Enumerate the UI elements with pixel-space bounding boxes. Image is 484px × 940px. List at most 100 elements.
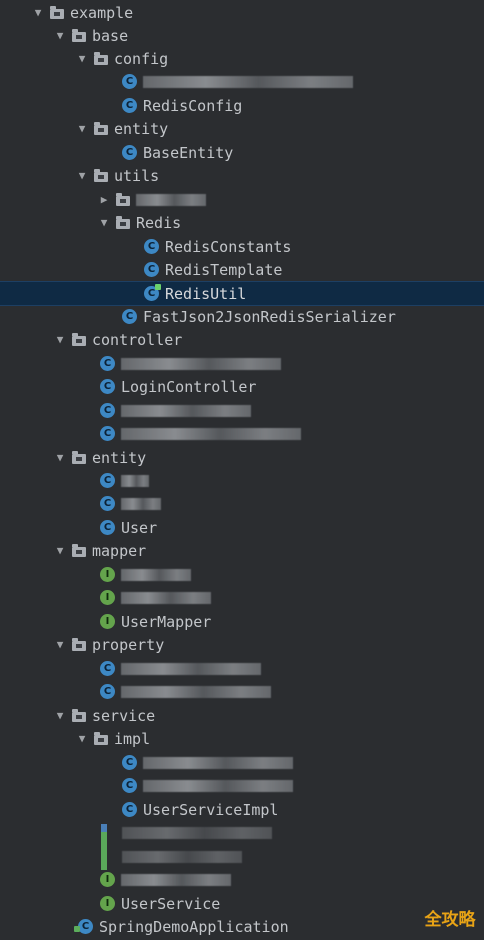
tree-node-entity[interactable]: ▼ entity [0, 117, 484, 140]
node-label: base [92, 26, 129, 45]
tree-node-redacted-class[interactable]: C [0, 492, 484, 515]
package-folder-icon [72, 543, 86, 557]
chevron-down-icon[interactable]: ▼ [54, 544, 66, 557]
tree-node-redacted-interface[interactable]: I [0, 563, 484, 586]
package-folder-icon [50, 5, 64, 19]
node-label: controller [92, 330, 183, 349]
tree-node-redacted-interface[interactable]: I [0, 868, 484, 891]
tree-node-redacted-class[interactable]: C [0, 399, 484, 422]
node-label: RedisUtil [165, 284, 247, 303]
tree-node-controller[interactable]: ▼ controller [0, 328, 484, 351]
tree-node-redacted-interface[interactable]: I [0, 586, 484, 609]
package-folder-icon [94, 121, 108, 135]
node-label: User [121, 518, 158, 537]
tree-node-redacted-class[interactable]: C [0, 657, 484, 680]
node-label: UserServiceImpl [143, 800, 279, 819]
chevron-down-icon[interactable]: ▼ [98, 216, 110, 229]
tree-node-user-service[interactable]: I UserService [0, 892, 484, 915]
tree-node-config[interactable]: ▼ config [0, 47, 484, 70]
tree-node-user-mapper[interactable]: I UserMapper [0, 610, 484, 633]
tree-node-redacted-class[interactable]: C [0, 680, 484, 703]
tree-node-property[interactable]: ▼ property [0, 633, 484, 656]
tree-node-redis-config[interactable]: C RedisConfig [0, 94, 484, 117]
tree-node-fastjson-serializer[interactable]: C FastJson2JsonRedisSerializer [0, 305, 484, 328]
redacted-label [143, 779, 293, 792]
interface-icon: I [100, 896, 115, 911]
chevron-down-icon[interactable]: ▼ [76, 52, 88, 65]
node-label: Redis [136, 213, 182, 232]
class-icon: C [144, 239, 159, 254]
node-label: entity [92, 448, 147, 467]
class-icon: C [122, 755, 137, 770]
chevron-down-icon[interactable]: ▼ [54, 333, 66, 346]
class-icon: C [100, 473, 115, 488]
tree-node-user[interactable]: C User [0, 516, 484, 539]
node-label: FastJson2JsonRedisSerializer [143, 307, 396, 326]
package-folder-icon [94, 731, 108, 745]
tree-node-redacted[interactable] [0, 845, 484, 868]
redacted-label [121, 591, 211, 604]
tree-node-mapper[interactable]: ▼ mapper [0, 539, 484, 562]
tree-node-spring-demo-application[interactable]: C SpringDemoApplication [0, 915, 484, 938]
node-label: RedisConstants [165, 237, 292, 256]
redacted-label [143, 756, 293, 769]
class-icon: C [100, 403, 115, 418]
chevron-down-icon[interactable]: ▼ [76, 732, 88, 745]
node-label: service [92, 706, 156, 725]
node-label: BaseEntity [143, 143, 234, 162]
tree-node-redacted[interactable] [0, 821, 484, 844]
chevron-down-icon[interactable]: ▼ [54, 709, 66, 722]
node-label: example [70, 3, 134, 22]
tree-node-redacted-class[interactable]: C [0, 70, 484, 93]
redacted-label [121, 357, 281, 370]
node-label: entity [114, 119, 169, 138]
redacted-label [143, 75, 353, 88]
node-label: RedisConfig [143, 96, 243, 115]
tree-node-redis[interactable]: ▼ Redis [0, 211, 484, 234]
tree-node-redacted-class[interactable]: C [0, 751, 484, 774]
tree-node-redis-util[interactable]: C RedisUtil [0, 281, 484, 306]
chevron-down-icon[interactable]: ▼ [54, 638, 66, 651]
tree-node-base[interactable]: ▼ base [0, 24, 484, 47]
tree-node-redacted-class[interactable]: C [0, 469, 484, 492]
tree-node-base-entity[interactable]: C BaseEntity [0, 141, 484, 164]
tree-node-redacted-package[interactable]: ▶ [0, 188, 484, 211]
package-folder-icon [116, 192, 130, 206]
interface-icon: I [100, 590, 115, 605]
chevron-down-icon[interactable]: ▼ [54, 29, 66, 42]
tree-node-redacted-class[interactable]: C [0, 422, 484, 445]
tree-node-login-controller[interactable]: C LoginController [0, 375, 484, 398]
redacted-label [121, 427, 301, 440]
class-icon: C [100, 520, 115, 535]
tree-node-redis-constants[interactable]: C RedisConstants [0, 235, 484, 258]
class-icon: C [100, 661, 115, 676]
package-folder-icon [72, 332, 86, 346]
chevron-down-icon[interactable]: ▼ [76, 169, 88, 182]
chevron-down-icon[interactable]: ▼ [54, 451, 66, 464]
node-label: property [92, 635, 165, 654]
spring-app-icon: C [74, 919, 93, 934]
package-folder-icon [94, 51, 108, 65]
tree-node-redis-template[interactable]: C RedisTemplate [0, 258, 484, 281]
node-label: impl [114, 729, 151, 748]
package-folder-icon [72, 637, 86, 651]
tree-node-user-service-impl[interactable]: C UserServiceImpl [0, 798, 484, 821]
package-folder-icon [116, 215, 130, 229]
class-icon: C [122, 802, 137, 817]
chevron-right-icon[interactable]: ▶ [98, 193, 110, 206]
tree-node-entity-root[interactable]: ▼ entity [0, 446, 484, 469]
tree-node-impl[interactable]: ▼ impl [0, 727, 484, 750]
redacted-label [121, 873, 231, 886]
chevron-down-icon[interactable]: ▼ [32, 6, 44, 19]
tree-node-example[interactable]: ▼ example [0, 1, 484, 24]
tree-node-utils[interactable]: ▼ utils [0, 164, 484, 187]
tree-node-redacted-class[interactable]: C [0, 352, 484, 375]
interface-icon: I [100, 567, 115, 582]
tree-node-redacted-class[interactable]: C [0, 774, 484, 797]
package-folder-icon [72, 450, 86, 464]
tree-node-service[interactable]: ▼ service [0, 704, 484, 727]
redacted-label [122, 850, 242, 863]
node-label: UserMapper [121, 612, 212, 631]
class-icon: C [122, 145, 137, 160]
chevron-down-icon[interactable]: ▼ [76, 122, 88, 135]
